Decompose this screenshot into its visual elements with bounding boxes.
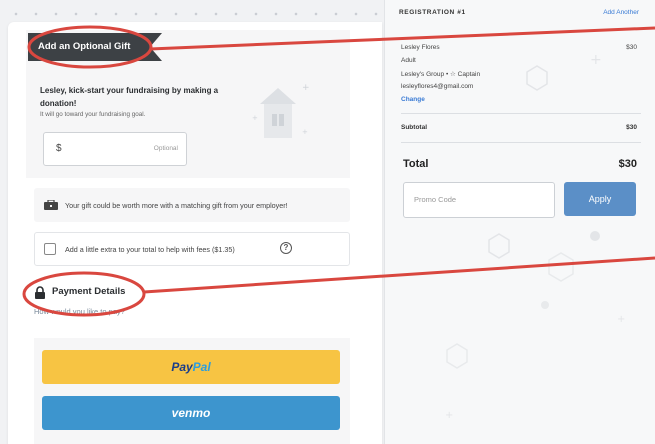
- svg-text:+: +: [445, 410, 453, 421]
- registrant-type: Adult: [401, 57, 416, 64]
- registration-price: $30: [626, 44, 637, 51]
- help-icon[interactable]: ?: [280, 242, 292, 254]
- svg-text:+: +: [302, 83, 310, 93]
- subtotal-label: Subtotal: [401, 124, 427, 131]
- payment-details-heading: Payment Details: [52, 286, 126, 297]
- total-divider: [401, 142, 641, 143]
- fees-checkbox[interactable]: [44, 243, 56, 255]
- apply-button[interactable]: Apply: [564, 182, 636, 216]
- gift-house-illustration: + + +: [252, 83, 310, 138]
- gift-amount-placeholder: Optional: [153, 145, 178, 152]
- promo-code-input[interactable]: Promo Code: [403, 182, 555, 218]
- gift-banner: Add an Optional Gift: [28, 33, 162, 61]
- add-another-link[interactable]: Add Another: [603, 9, 639, 16]
- gift-subheading: It will go toward your fundraising goal.: [40, 111, 146, 118]
- svg-text:+: +: [617, 314, 625, 325]
- payment-question: How would you like to pay?: [34, 307, 125, 316]
- venmo-button[interactable]: venmo: [42, 396, 340, 430]
- change-link[interactable]: Change: [401, 96, 425, 103]
- lock-icon: [35, 286, 45, 299]
- registration-header: REGISTRATION #1: [399, 9, 466, 16]
- gift-amount-input[interactable]: $ Optional: [43, 132, 187, 166]
- svg-text:+: +: [252, 114, 258, 122]
- svg-text:+: +: [590, 52, 602, 68]
- currency-symbol: $: [56, 143, 62, 154]
- fees-row[interactable]: Add a little extra to your total to help…: [34, 232, 350, 266]
- paypal-label-pay: Pay: [171, 360, 193, 374]
- svg-text:+: +: [302, 128, 308, 136]
- matching-gift-text: Your gift could be worth more with a mat…: [65, 201, 288, 210]
- gift-heading: Lesley, kick-start your fundraising by m…: [40, 86, 219, 108]
- registrant-email: lesleyflores4@gmail.com: [401, 83, 474, 90]
- registrant-name: Lesley Flores: [401, 44, 440, 51]
- matching-gift-row: Your gift could be worth more with a mat…: [34, 188, 350, 222]
- order-summary-panel: + + + REGISTRATION #1 Add Another Lesley…: [384, 0, 655, 444]
- fees-label: Add a little extra to your total to help…: [65, 245, 235, 254]
- registrant-group: Lesley's Group • ☆ Captain: [401, 71, 481, 78]
- decorative-background: + + +: [445, 52, 625, 421]
- briefcase-icon: [44, 200, 58, 210]
- subtotal-value: $30: [626, 124, 637, 131]
- total-value: $30: [618, 158, 637, 170]
- total-label: Total: [403, 158, 429, 170]
- summary-divider: [401, 113, 641, 114]
- paypal-button[interactable]: PayPal: [42, 350, 340, 384]
- paypal-label-pal: Pal: [192, 360, 211, 374]
